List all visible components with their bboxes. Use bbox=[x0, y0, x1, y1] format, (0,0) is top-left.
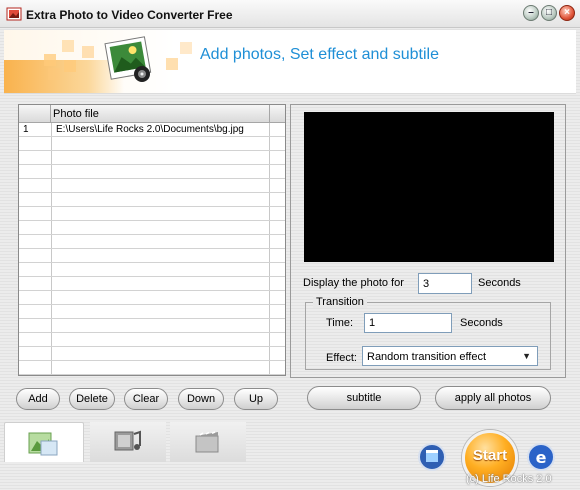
photos-tab-icon bbox=[28, 432, 58, 455]
table-row[interactable] bbox=[19, 347, 285, 361]
row-file-path: E:\Users\Life Rocks 2.0\Documents\bg.jpg bbox=[56, 124, 244, 135]
tab-photos[interactable] bbox=[4, 422, 84, 462]
display-duration-unit: Seconds bbox=[478, 277, 521, 289]
transition-time-input[interactable] bbox=[364, 313, 452, 333]
tab-video[interactable] bbox=[170, 422, 246, 462]
transition-legend: Transition bbox=[313, 296, 367, 308]
table-row[interactable] bbox=[19, 221, 285, 235]
film-icon[interactable] bbox=[418, 442, 446, 472]
table-row[interactable] bbox=[19, 305, 285, 319]
display-duration-input[interactable] bbox=[418, 273, 472, 294]
table-row[interactable] bbox=[19, 319, 285, 333]
down-button[interactable]: Down bbox=[178, 388, 224, 410]
photo-list-header: Photo file bbox=[19, 105, 285, 123]
row-index: 1 bbox=[23, 124, 29, 135]
table-row[interactable] bbox=[19, 249, 285, 263]
clear-button[interactable]: Clear bbox=[124, 388, 168, 410]
video-tab-icon bbox=[195, 431, 219, 453]
transition-time-unit: Seconds bbox=[460, 317, 503, 329]
table-row[interactable] bbox=[19, 165, 285, 179]
photo-logo-icon bbox=[104, 36, 152, 82]
display-duration-label: Display the photo for bbox=[303, 277, 404, 289]
effect-dropdown-value: Random transition effect bbox=[367, 351, 487, 363]
app-icon bbox=[6, 7, 22, 21]
table-row[interactable] bbox=[19, 263, 285, 277]
photo-file-column-header: Photo file bbox=[53, 108, 99, 120]
chevron-down-icon[interactable]: ▼ bbox=[522, 351, 531, 361]
music-tab-icon bbox=[114, 430, 141, 451]
title-bar: Extra Photo to Video Converter Free – □ … bbox=[0, 0, 580, 28]
maximize-button[interactable]: □ bbox=[541, 5, 557, 21]
delete-button[interactable]: Delete bbox=[69, 388, 115, 410]
tab-music[interactable] bbox=[90, 422, 166, 462]
minimize-button[interactable]: – bbox=[523, 5, 539, 21]
table-row[interactable] bbox=[19, 151, 285, 165]
table-row[interactable] bbox=[19, 291, 285, 305]
table-row[interactable]: 1 E:\Users\Life Rocks 2.0\Documents\bg.jp… bbox=[19, 123, 285, 137]
transition-time-label: Time: bbox=[326, 317, 354, 329]
table-row[interactable] bbox=[19, 333, 285, 347]
ie-icon[interactable]: e bbox=[526, 442, 556, 472]
table-row[interactable] bbox=[19, 137, 285, 151]
table-row[interactable] bbox=[19, 179, 285, 193]
up-button[interactable]: Up bbox=[234, 388, 278, 410]
svg-text:e: e bbox=[536, 448, 547, 467]
table-row[interactable] bbox=[19, 235, 285, 249]
copyright-text: (c) Life Rocks 2.0 bbox=[466, 473, 552, 485]
app-window: Extra Photo to Video Converter Free – □ … bbox=[0, 0, 580, 490]
apply-all-photos-button[interactable]: apply all photos bbox=[435, 386, 551, 410]
add-button[interactable]: Add bbox=[16, 388, 60, 410]
subtitle-button[interactable]: subtitle bbox=[307, 386, 421, 410]
banner-title: Add photos, Set effect and subtile bbox=[200, 46, 439, 63]
table-row[interactable] bbox=[19, 193, 285, 207]
header-banner: Add photos, Set effect and subtile bbox=[4, 30, 576, 94]
effect-dropdown[interactable]: Random transition effect ▼ bbox=[362, 346, 538, 366]
photo-list[interactable]: Photo file 1 E:\Users\Life Rocks 2.0\Docu… bbox=[18, 104, 286, 376]
photo-preview bbox=[304, 112, 554, 262]
table-row[interactable] bbox=[19, 277, 285, 291]
window-title: Extra Photo to Video Converter Free bbox=[26, 8, 233, 22]
table-row[interactable] bbox=[19, 361, 285, 375]
index-column-header bbox=[19, 105, 51, 123]
table-row[interactable] bbox=[19, 207, 285, 221]
close-button[interactable]: × bbox=[559, 5, 575, 21]
effect-label: Effect: bbox=[326, 352, 357, 364]
